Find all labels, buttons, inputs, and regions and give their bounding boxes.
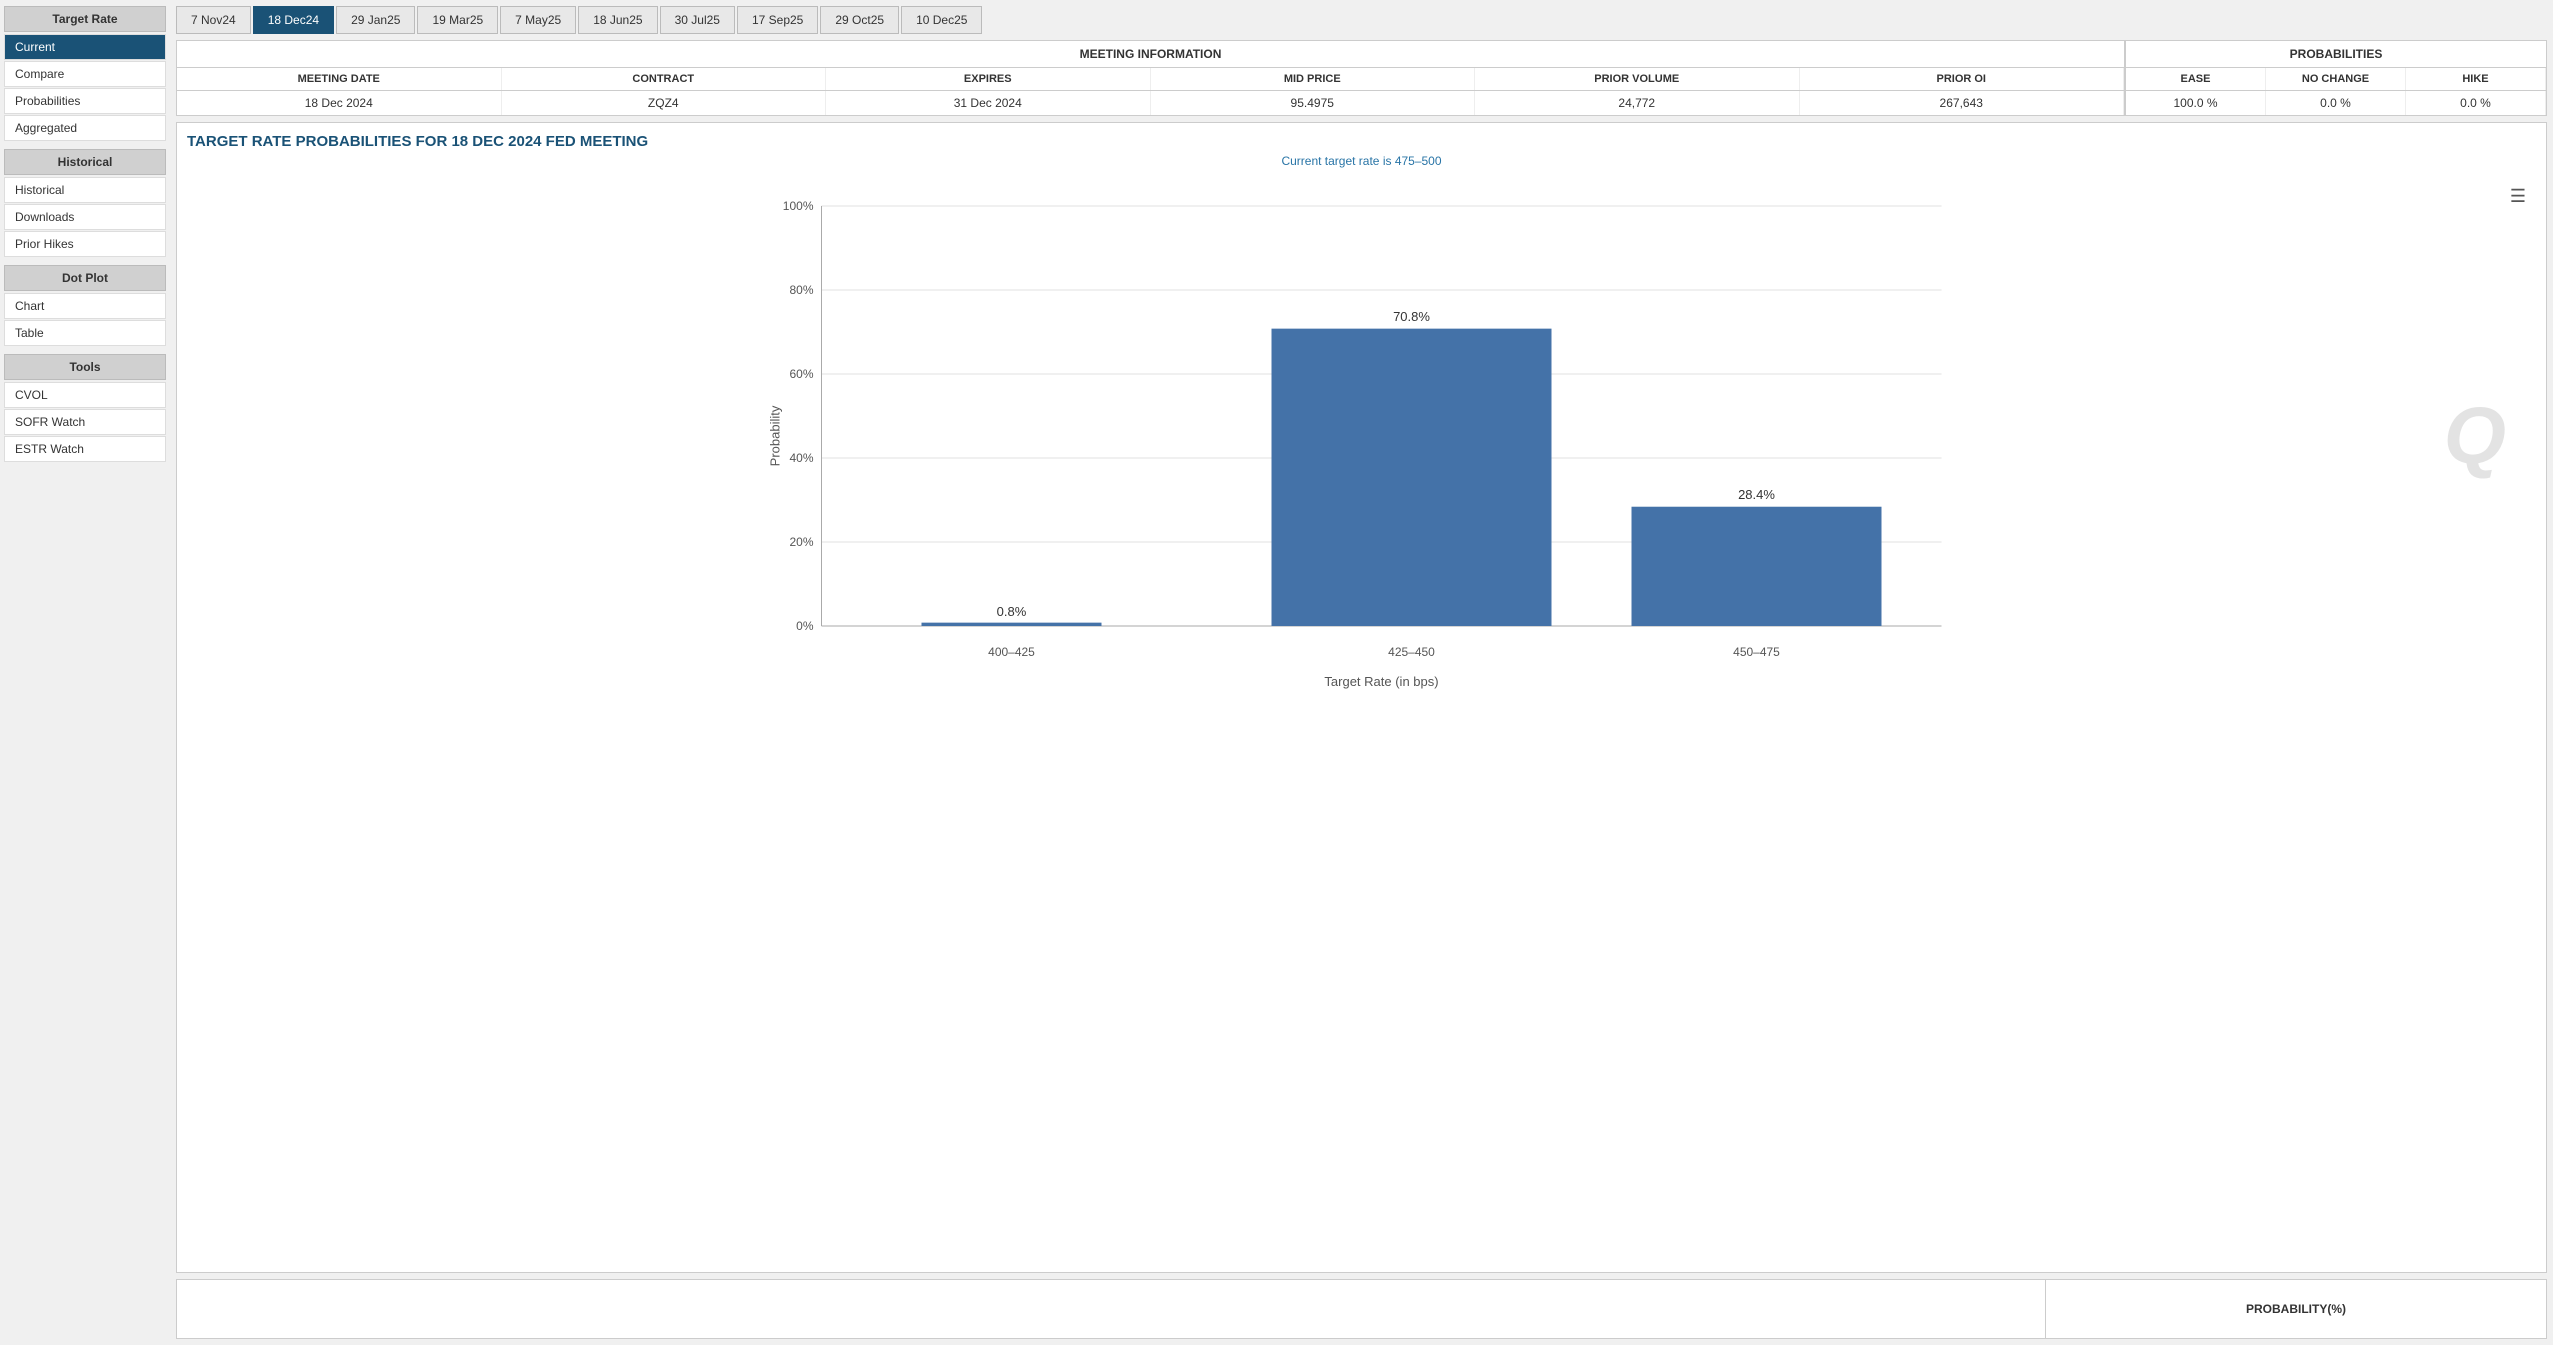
x-label-400-425: 400–425 xyxy=(988,645,1035,659)
tab-19mar25[interactable]: 19 Mar25 xyxy=(417,6,498,34)
bar-label-400-425: 0.8% xyxy=(997,604,1027,619)
chart-subtitle: Current target rate is 475–500 xyxy=(187,154,2536,168)
sidebar-item-table[interactable]: Table xyxy=(4,320,166,346)
sidebar-item-compare[interactable]: Compare xyxy=(4,61,166,87)
bottom-panel-left xyxy=(177,1280,2046,1338)
probability-pct-label: PROBABILITY(%) xyxy=(2046,1296,2546,1322)
tab-29oct25[interactable]: 29 Oct25 xyxy=(820,6,899,34)
tab-10dec25[interactable]: 10 Dec25 xyxy=(901,6,982,34)
col-prior-volume: PRIOR VOLUME xyxy=(1475,68,1800,90)
col-expires: EXPIRES xyxy=(826,68,1151,90)
sidebar-section-tools: Tools CVOL SOFR Watch ESTR Watch xyxy=(0,354,170,462)
tab-7nov24[interactable]: 7 Nov24 xyxy=(176,6,251,34)
x-axis-title: Target Rate (in bps) xyxy=(1324,674,1438,689)
probabilities-title: PROBABILITIES xyxy=(2126,41,2546,68)
bottom-panel: PROBABILITY(%) xyxy=(176,1279,2547,1339)
hamburger-icon[interactable]: ☰ xyxy=(2510,186,2526,207)
col-hike: HIKE xyxy=(2406,68,2546,90)
val-no-change: 0.0 % xyxy=(2266,91,2406,115)
bar-label-450-475: 28.4% xyxy=(1738,487,1775,502)
val-ease: 100.0 % xyxy=(2126,91,2266,115)
tab-18dec24[interactable]: 18 Dec24 xyxy=(253,6,334,34)
svg-text:100%: 100% xyxy=(783,199,814,213)
svg-text:80%: 80% xyxy=(789,283,813,297)
sidebar-section-target-rate: Target Rate Current Compare Probabilitie… xyxy=(0,6,170,141)
chart-wrapper: ☰ Q Probability 100% 80% 60% xyxy=(187,176,2536,696)
col-no-change: NO CHANGE xyxy=(2266,68,2406,90)
svg-text:40%: 40% xyxy=(789,451,813,465)
bar-chart: Probability 100% 80% 60% 40% xyxy=(187,176,2536,696)
tab-29jan25[interactable]: 29 Jan25 xyxy=(336,6,415,34)
bar-450-475 xyxy=(1632,507,1882,626)
x-label-450-475: 450–475 xyxy=(1733,645,1780,659)
meeting-info-header: MEETING DATE CONTRACT EXPIRES MID PRICE … xyxy=(177,68,2124,91)
val-prior-volume: 24,772 xyxy=(1475,91,1800,115)
tab-7may25[interactable]: 7 May25 xyxy=(500,6,576,34)
sidebar-item-historical[interactable]: Historical xyxy=(4,177,166,203)
val-contract: ZQZ4 xyxy=(502,91,827,115)
svg-text:0%: 0% xyxy=(796,619,814,633)
y-axis-label: Probability xyxy=(768,405,783,466)
sidebar-item-chart[interactable]: Chart xyxy=(4,293,166,319)
svg-text:60%: 60% xyxy=(789,367,813,381)
tab-17sep25[interactable]: 17 Sep25 xyxy=(737,6,818,34)
info-panel: MEETING INFORMATION MEETING DATE CONTRAC… xyxy=(176,40,2547,116)
bar-label-425-450: 70.8% xyxy=(1393,309,1430,324)
col-contract: CONTRACT xyxy=(502,68,827,90)
bar-425-450 xyxy=(1272,329,1552,626)
meeting-info-title: MEETING INFORMATION xyxy=(177,41,2124,68)
main-content: 7 Nov24 18 Dec24 29 Jan25 19 Mar25 7 May… xyxy=(170,0,2553,1345)
probabilities-panel: PROBABILITIES EASE NO CHANGE HIKE 100.0 … xyxy=(2126,41,2546,115)
prob-row: 100.0 % 0.0 % 0.0 % xyxy=(2126,91,2546,115)
sidebar-item-current[interactable]: Current xyxy=(4,34,166,60)
val-prior-oi: 267,643 xyxy=(1800,91,2125,115)
sidebar-section-dot-plot: Dot Plot Chart Table xyxy=(0,265,170,346)
sidebar-item-aggregated[interactable]: Aggregated xyxy=(4,115,166,141)
meeting-info-row: 18 Dec 2024 ZQZ4 31 Dec 2024 95.4975 24,… xyxy=(177,91,2124,115)
col-prior-oi: PRIOR OI xyxy=(1800,68,2125,90)
val-mid-price: 95.4975 xyxy=(1151,91,1476,115)
meeting-info: MEETING INFORMATION MEETING DATE CONTRAC… xyxy=(177,41,2126,115)
svg-text:20%: 20% xyxy=(789,535,813,549)
bar-400-425 xyxy=(922,623,1102,626)
sidebar-item-cvol[interactable]: CVOL xyxy=(4,382,166,408)
chart-container: TARGET RATE PROBABILITIES FOR 18 DEC 202… xyxy=(176,122,2547,1273)
col-meeting-date: MEETING DATE xyxy=(177,68,502,90)
val-meeting-date: 18 Dec 2024 xyxy=(177,91,502,115)
chart-title: TARGET RATE PROBABILITIES FOR 18 DEC 202… xyxy=(187,133,2536,150)
tools-header: Tools xyxy=(4,354,166,380)
col-mid-price: MID PRICE xyxy=(1151,68,1476,90)
sidebar-item-sofr-watch[interactable]: SOFR Watch xyxy=(4,409,166,435)
date-tabs: 7 Nov24 18 Dec24 29 Jan25 19 Mar25 7 May… xyxy=(176,6,2547,34)
dot-plot-header: Dot Plot xyxy=(4,265,166,291)
tab-18jun25[interactable]: 18 Jun25 xyxy=(578,6,657,34)
prob-header: EASE NO CHANGE HIKE xyxy=(2126,68,2546,91)
historical-header: Historical xyxy=(4,149,166,175)
target-rate-header: Target Rate xyxy=(4,6,166,32)
val-hike: 0.0 % xyxy=(2406,91,2546,115)
col-ease: EASE xyxy=(2126,68,2266,90)
sidebar-section-historical: Historical Historical Downloads Prior Hi… xyxy=(0,149,170,257)
sidebar: Target Rate Current Compare Probabilitie… xyxy=(0,0,170,1345)
sidebar-item-probabilities[interactable]: Probabilities xyxy=(4,88,166,114)
x-label-425-450: 425–450 xyxy=(1388,645,1435,659)
sidebar-item-estr-watch[interactable]: ESTR Watch xyxy=(4,436,166,462)
tab-30jul25[interactable]: 30 Jul25 xyxy=(660,6,735,34)
sidebar-item-downloads[interactable]: Downloads xyxy=(4,204,166,230)
val-expires: 31 Dec 2024 xyxy=(826,91,1151,115)
sidebar-item-prior-hikes[interactable]: Prior Hikes xyxy=(4,231,166,257)
